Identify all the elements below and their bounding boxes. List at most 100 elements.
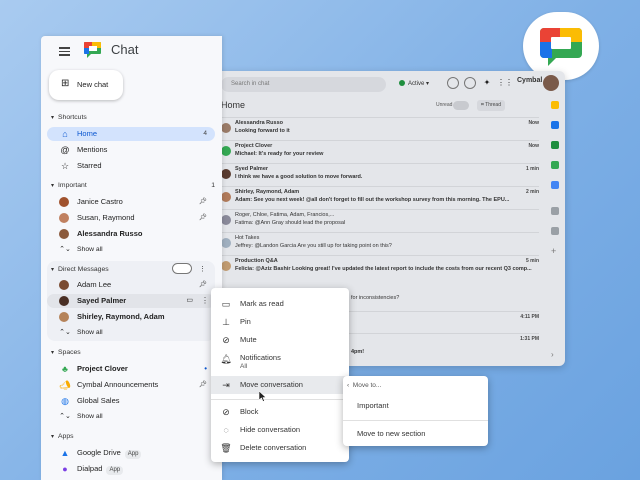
help-icon[interactable] <box>447 77 459 89</box>
new-chat-icon: ⊞ <box>61 78 70 89</box>
active-dot-icon <box>399 80 405 86</box>
list-item[interactable]: Roger, Chloe, Fatima, Adam, Francios,...… <box>221 209 539 232</box>
section-header-apps[interactable]: ▾ Apps <box>51 433 74 440</box>
bell-icon: 🔔︎ <box>220 354 232 364</box>
back-toolbar: Search in chat Active ▾ ✦ ⋮⋮ Cymbal <box>213 71 565 97</box>
pin-menu-item[interactable]: ⊥ Pin <box>211 314 349 330</box>
avatar <box>59 312 69 322</box>
phone-icon[interactable] <box>551 161 559 169</box>
section-header-direct-messages[interactable]: ▾ Direct Messages ⋮ <box>51 263 211 274</box>
thread-filter[interactable]: ⌗ Thread <box>477 100 505 111</box>
list-item[interactable]: Production Q&A Felicia: @Aziz Bashir Loo… <box>221 255 539 278</box>
list-item[interactable]: Janice Castro 📌︎ <box>47 195 215 209</box>
section-header-important[interactable]: ▾ Important 1 <box>51 182 215 189</box>
submenu-back-button[interactable]: ‹ Move to... <box>347 382 381 389</box>
menu-item-label: Move to new section <box>357 429 426 438</box>
section-label: Spaces <box>58 349 81 356</box>
list-item[interactable]: Shirley, Raymond, Adam Adam: See you nex… <box>221 186 539 209</box>
row-name: Roger, Chloe, Fatima, Adam, Francios,... <box>235 212 335 218</box>
sidebar-item-mentions[interactable]: @ Mentions <box>47 143 215 157</box>
section-toggle[interactable] <box>172 263 192 274</box>
app-title: Chat <box>111 42 139 57</box>
move-to-new-section-item[interactable]: Move to new section <box>357 429 425 438</box>
row-message: Felicia: @Aziz Bashir Looking great! I'v… <box>235 266 532 272</box>
sidebar-item-label: Sayed Palmer <box>77 296 127 305</box>
list-item[interactable]: Alessandra Russo Looking forward to it N… <box>221 117 539 140</box>
notifications-menu-item[interactable]: 🔔︎ Notifications All <box>211 351 349 373</box>
dialpad-icon: ● <box>62 464 68 474</box>
list-item[interactable]: Sayed Palmer ▭ ⋮ <box>47 294 215 308</box>
pin-icon: 📌︎ <box>198 214 207 221</box>
row-name: Production Q&A <box>235 258 278 264</box>
section-header-shortcuts[interactable]: ▾ Shortcuts <box>51 114 87 121</box>
drive-icon[interactable] <box>551 121 559 129</box>
move-to-submenu: ‹ Move to... Important Move to new secti… <box>343 376 488 446</box>
unread-dot-icon: • <box>204 364 207 373</box>
show-all-spaces[interactable]: ⌃⌄ Show all <box>47 410 215 424</box>
show-all-label: Show all <box>77 246 103 253</box>
account-avatar[interactable] <box>543 75 559 91</box>
mute-menu-item[interactable]: ⊘ Mute <box>211 332 349 348</box>
show-all-label: Show all <box>77 329 103 336</box>
row-time: Now <box>528 143 539 149</box>
apps-grid-icon[interactable]: ⋮⋮ <box>497 77 513 89</box>
more-apps-icon[interactable] <box>551 227 559 235</box>
show-all-label: Show all <box>77 413 103 420</box>
sidebar-item-label: Dialpad App <box>77 462 124 476</box>
back-search-bar[interactable]: Search in chat <box>221 77 386 92</box>
avatar <box>221 123 231 133</box>
list-item[interactable]: ▲ Google Drive App <box>47 446 215 460</box>
sidebar-item-label: Starred <box>77 161 102 170</box>
chevron-down-icon: ▾ <box>51 115 55 121</box>
video-icon[interactable]: ▭ <box>186 294 193 308</box>
mark-as-read-menu-item[interactable]: ▭ Mark as read <box>211 296 349 312</box>
keep-icon[interactable] <box>551 101 559 109</box>
section-header-spaces[interactable]: ▾Spaces4 <box>51 349 215 356</box>
add-app-icon[interactable]: + <box>551 247 559 256</box>
menu-item-label: Block <box>240 407 259 416</box>
expand-icon[interactable]: › <box>551 351 559 359</box>
status-indicator[interactable]: Active ▾ <box>399 77 429 91</box>
list-item[interactable]: Project Clover Michael: It's ready for y… <box>221 140 539 163</box>
tasks-icon[interactable] <box>551 207 559 215</box>
new-chat-button[interactable]: ⊞ New chat <box>49 70 123 100</box>
row-time: 1:31 PM <box>520 336 539 342</box>
google-chat-logo-icon <box>540 28 582 66</box>
list-item[interactable]: ● Dialpad App <box>47 462 215 476</box>
list-item[interactable]: ◍ Global Sales <box>47 394 215 408</box>
list-item[interactable]: Hot Takes Jeffrey: @Landon Garcia Are yo… <box>221 232 539 255</box>
show-all-important[interactable]: ⌃⌄ Show all <box>47 243 215 257</box>
contacts-icon[interactable] <box>551 181 559 189</box>
globe-icon: ◍ <box>61 396 69 406</box>
row-message: Fatima: @Ann Gray should lead the propos… <box>235 220 346 226</box>
more-options-icon[interactable]: ⋮ <box>199 265 206 273</box>
more-options-icon[interactable]: ⋮ <box>201 294 209 308</box>
sidebar-item-home[interactable]: ⌂ Home 4 <box>47 127 215 141</box>
list-item[interactable]: Shirley, Raymond, Adam <box>47 310 215 324</box>
meet-icon[interactable] <box>551 141 559 149</box>
block-menu-item[interactable]: ⊘ Block <box>211 404 349 420</box>
chevron-down-icon: ▾ <box>51 267 55 273</box>
main-menu-icon[interactable] <box>59 47 70 56</box>
sidebar-item-label: Global Sales <box>77 396 120 405</box>
hide-conversation-menu-item[interactable]: ◌ Hide conversation <box>211 422 349 438</box>
list-item[interactable]: Alessandra Russo <box>47 227 215 241</box>
gemini-icon[interactable]: ✦ <box>481 77 493 89</box>
row-message: Jeffrey: @Landon Garcia Are you still up… <box>235 243 392 249</box>
expand-icon: ⌃⌄ <box>59 246 71 253</box>
list-item[interactable]: Adam Lee 📌︎ <box>47 278 215 292</box>
list-item[interactable]: ♣ Project Clover • <box>47 362 215 376</box>
move-to-important-item[interactable]: Important <box>357 401 389 410</box>
sidebar-item-label: Janice Castro <box>77 197 123 206</box>
delete-conversation-menu-item[interactable]: 🗑︎ Delete conversation <box>211 440 349 456</box>
settings-icon[interactable] <box>464 77 476 89</box>
right-app-rail: + › <box>546 97 565 366</box>
list-item[interactable]: Susan, Raymond 📌︎ <box>47 211 215 225</box>
sidebar-item-starred[interactable]: ☆ Starred <box>47 159 215 173</box>
list-item[interactable]: 📣︎ Cymbal Announcements 📌︎ <box>47 378 215 392</box>
move-conversation-menu-item[interactable]: ⇥ Move conversation <box>211 376 349 394</box>
show-all-direct-messages[interactable]: ⌃⌄ Show all <box>47 326 215 340</box>
list-item[interactable]: Syed Palmer I think we have a good solut… <box>221 163 539 186</box>
pin-icon: 📌︎ <box>198 381 207 388</box>
unread-toggle[interactable] <box>453 101 469 110</box>
